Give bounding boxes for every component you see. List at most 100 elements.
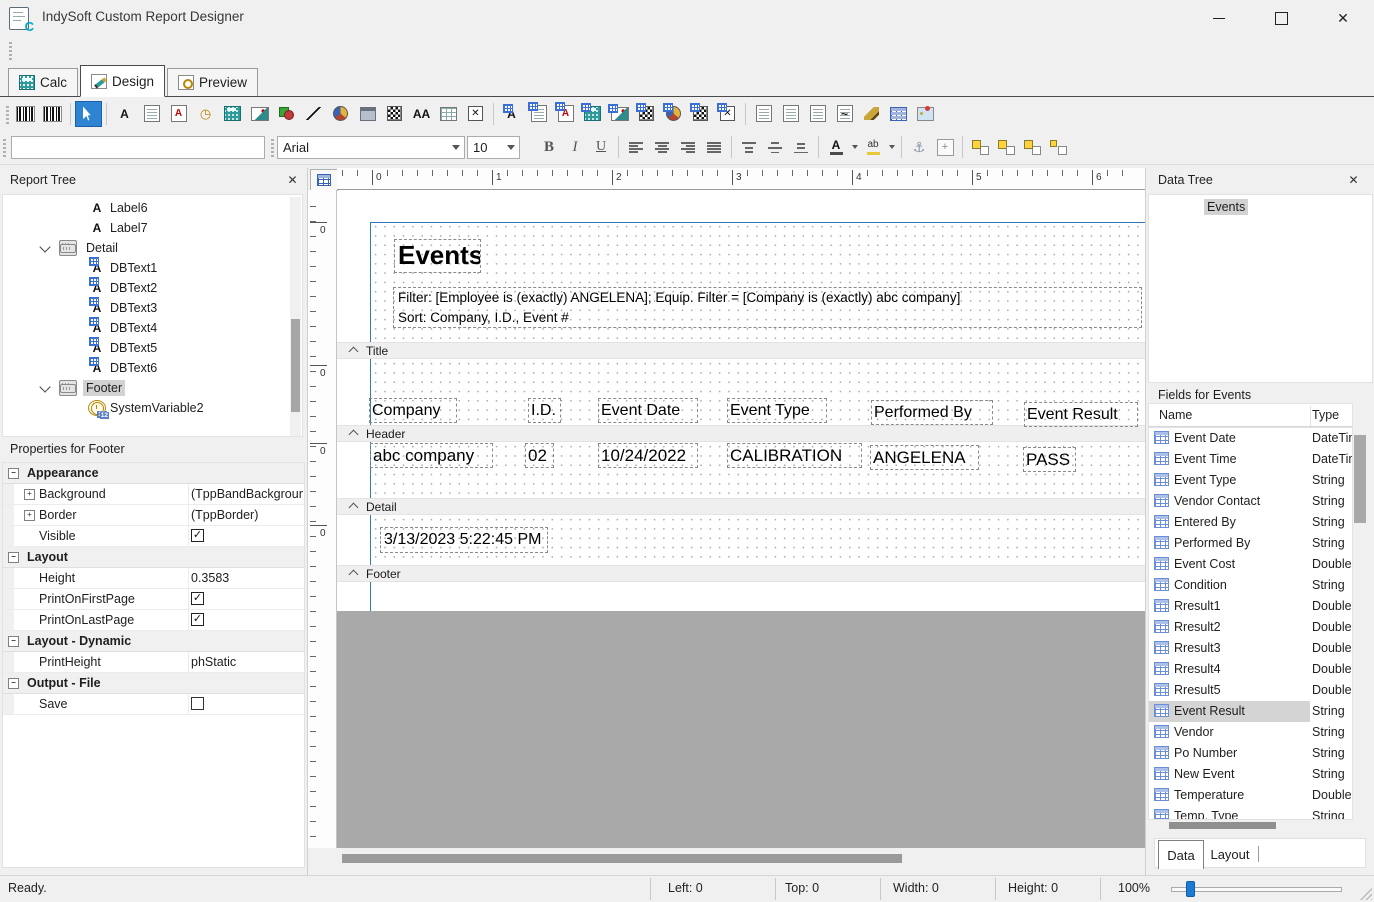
field-row-temp-type[interactable]: Temp. TypeString <box>1149 806 1352 820</box>
minimize-button[interactable] <box>1188 0 1250 36</box>
shape-tool-icon[interactable] <box>273 101 300 127</box>
highlight-color-dropdown[interactable] <box>886 135 897 159</box>
chart-tool-icon[interactable] <box>327 101 354 127</box>
map-tool-icon[interactable] <box>912 101 939 127</box>
dbimage-tool-icon[interactable] <box>606 101 633 127</box>
fontmaster-tool-icon[interactable]: AA <box>408 101 435 127</box>
fields-vertical-scrollbar[interactable] <box>1353 427 1367 820</box>
zoom-slider[interactable] <box>1171 887 1342 892</box>
table-tool-icon[interactable] <box>885 101 912 127</box>
column-header-label[interactable]: Event Type <box>727 398 827 423</box>
column-header-label[interactable]: Performed By <box>871 400 993 425</box>
design-canvas[interactable]: Title Header Detail Footer Events Filter… <box>308 168 1145 875</box>
checkbox-tool-icon[interactable]: ✕ <box>462 101 489 127</box>
paintbrush-tool-icon[interactable] <box>858 101 885 127</box>
barcode2d-tool-icon[interactable] <box>381 101 408 127</box>
zoom-slider-thumb[interactable] <box>1186 881 1195 897</box>
filter-memo[interactable]: Filter: [Employee is (exactly) ANGELENA]… <box>393 287 1142 328</box>
fields-column-headers[interactable]: Name Type <box>1148 403 1353 427</box>
property-category-layout-dynamic[interactable]: −Layout - Dynamic <box>3 631 304 652</box>
field-row-event-date[interactable]: Event DateDateTime <box>1149 428 1352 449</box>
maximize-button[interactable] <box>1250 0 1312 36</box>
property-value[interactable]: phStatic <box>191 655 303 669</box>
collapse-icon[interactable]: − <box>8 468 19 479</box>
property-row-printheight[interactable]: PrintHeightphStatic <box>3 652 304 673</box>
barcode-icon[interactable] <box>12 101 39 127</box>
font-color-dropdown[interactable] <box>849 135 860 159</box>
grid-tool-icon[interactable] <box>435 101 462 127</box>
collapse-icon[interactable]: − <box>8 678 19 689</box>
column-header-label[interactable]: I.D. <box>528 398 561 423</box>
line-tool-icon[interactable] <box>300 101 327 127</box>
toolbar-grip[interactable] <box>3 137 6 157</box>
property-category-output-file[interactable]: −Output - File <box>3 673 304 694</box>
tree-item-label7[interactable]: ALabel7 <box>3 218 302 238</box>
toolbar-grip[interactable] <box>9 40 12 60</box>
field-row-performed-by[interactable]: Performed ByString <box>1149 533 1352 554</box>
align-justify-button[interactable] <box>701 135 727 159</box>
field-row-rresult5[interactable]: Rresult5Double <box>1149 680 1352 701</box>
valign-center-button[interactable] <box>762 135 788 159</box>
property-row-printonfirstpage[interactable]: PrintOnFirstPage✓ <box>3 589 304 610</box>
field-row-entered-by[interactable]: Entered ByString <box>1149 512 1352 533</box>
label-tool-icon[interactable]: A <box>111 101 138 127</box>
scrollbar-thumb[interactable] <box>1354 435 1366 523</box>
field-row-event-result[interactable]: Event ResultString <box>1149 701 1352 722</box>
property-row-printonlastpage[interactable]: PrintOnLastPage✓ <box>3 610 304 631</box>
property-row-visible[interactable]: Visible✓ <box>3 526 304 547</box>
property-row-height[interactable]: Height0.3583 <box>3 568 304 589</box>
band-collapse-icon[interactable] <box>349 503 359 513</box>
data-tree-close-button[interactable]: ✕ <box>1345 171 1362 188</box>
memo-tool-icon[interactable] <box>138 101 165 127</box>
bring-to-front-button[interactable] <box>967 135 993 159</box>
move-forward-button[interactable] <box>1019 135 1045 159</box>
property-value[interactable]: (TppBorder) <box>191 508 303 522</box>
dbbarcode-tool-icon[interactable] <box>633 101 660 127</box>
align-center-button[interactable] <box>649 135 675 159</box>
collapse-icon[interactable]: − <box>8 552 19 563</box>
tab-preview[interactable]: Preview <box>167 68 258 96</box>
title-band-strip[interactable]: Title <box>308 342 1145 359</box>
field-row-rresult1[interactable]: Rresult1Double <box>1149 596 1352 617</box>
pagebreak-tool-icon[interactable] <box>804 101 831 127</box>
checkbox[interactable]: ✓ <box>191 529 204 542</box>
canvas-horizontal-scrollbar[interactable] <box>310 851 1145 867</box>
expand-icon[interactable]: + <box>24 510 35 521</box>
ruler-corner-button[interactable] <box>310 169 338 191</box>
tree-item-footer[interactable]: Footer <box>3 378 302 398</box>
scrollbar-thumb[interactable] <box>1169 822 1276 829</box>
header-band-strip[interactable]: Header <box>308 425 1145 442</box>
dbtext-field[interactable]: abc company <box>370 443 493 468</box>
footer-band-strip[interactable]: Footer <box>308 565 1145 582</box>
italic-button[interactable]: I <box>562 135 588 159</box>
valign-bottom-button[interactable] <box>788 135 814 159</box>
property-row-background[interactable]: +Background(TppBandBackground) <box>3 484 304 505</box>
band-collapse-icon[interactable] <box>349 347 359 357</box>
tree-item-detail[interactable]: Detail <box>3 238 302 258</box>
property-category-appearance[interactable]: −Appearance <box>3 463 304 484</box>
field-row-rresult3[interactable]: Rresult3Double <box>1149 638 1352 659</box>
position-button[interactable]: + <box>932 135 958 159</box>
align-right-button[interactable] <box>675 135 701 159</box>
font-color-button[interactable]: A <box>823 135 849 159</box>
dbchart-tool-icon[interactable] <box>660 101 687 127</box>
dbtext-field[interactable]: CALIBRATION <box>727 443 862 468</box>
systemvariable-tool-icon[interactable]: ◷ <box>192 101 219 127</box>
tab-data[interactable]: Data <box>1158 840 1204 869</box>
fields-horizontal-scrollbar[interactable] <box>1148 820 1367 832</box>
property-value[interactable]: (TppBandBackground) <box>191 487 303 501</box>
send-to-back-button[interactable] <box>993 135 1019 159</box>
object-selector-combobox[interactable] <box>11 136 265 159</box>
field-row-temperature[interactable]: TemperatureDouble <box>1149 785 1352 806</box>
chevron-down-icon[interactable] <box>39 381 50 392</box>
tree-item-dbtext5[interactable]: ADBText5 <box>3 338 302 358</box>
nodata-tool-icon[interactable]: ~ <box>831 101 858 127</box>
scrollbar-thumb[interactable] <box>342 854 902 863</box>
align-left-button[interactable] <box>623 135 649 159</box>
calc-tool-icon[interactable] <box>219 101 246 127</box>
field-row-new-event[interactable]: New EventString <box>1149 764 1352 785</box>
dbcalc-tool-icon[interactable] <box>579 101 606 127</box>
anchor-button[interactable]: ⚓ <box>906 135 932 159</box>
tree-item-label6[interactable]: ALabel6 <box>3 198 302 218</box>
dbtext-field[interactable]: ANGELENA <box>870 445 979 470</box>
